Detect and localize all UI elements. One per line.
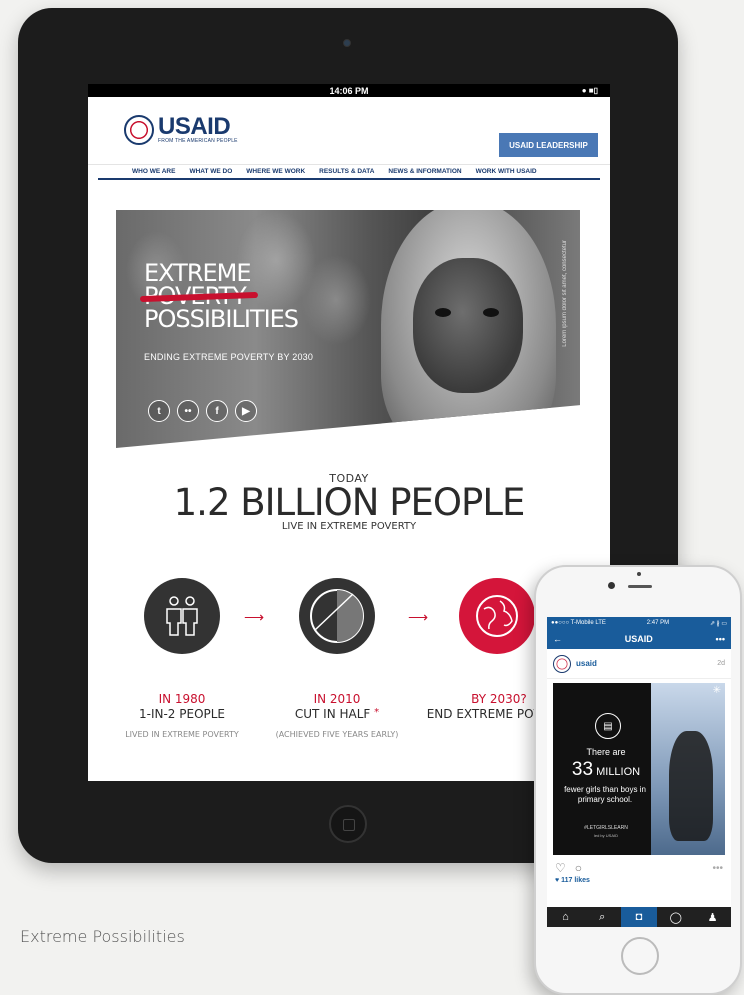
people-icon: [144, 578, 220, 654]
globe-icon: [459, 578, 535, 654]
col-note: (ACHIEVED FIVE YEARS EARLY): [275, 730, 399, 739]
half-circle-icon: [299, 578, 375, 654]
youtube-icon[interactable]: ▶: [235, 400, 257, 422]
tab-bar: ⌂ ⌕ ◘ ◯ ♟: [547, 907, 731, 927]
timeline: ⟶ ⟶ IN 1980 1-IN-2 PEOPLE LIVED IN EXTRE…: [88, 578, 610, 778]
leadership-button[interactable]: USAID LEADERSHIP: [499, 133, 598, 157]
post-text-line2: 33 MILLION: [557, 759, 655, 781]
search-icon[interactable]: ⌕: [584, 907, 621, 927]
back-arrow-icon[interactable]: ←: [553, 634, 562, 644]
twitter-icon[interactable]: t: [148, 400, 170, 422]
col-main: 1-IN-2 PEOPLE: [138, 707, 226, 721]
carrier-text: ●●○○○ T-Mobile LTE: [551, 620, 606, 626]
timeline-2010: IN 2010 CUT IN HALF * (ACHIEVED FIVE YEA…: [252, 692, 422, 739]
hero-title-struck: POVERTY: [144, 282, 247, 310]
usaid-logo[interactable]: USAID FROM THE AMERICAN PEOPLE: [124, 115, 238, 145]
stat-headline: 1.2 BILLION PEOPLE: [173, 481, 526, 524]
col-note: LIVED IN EXTREME POVERTY: [125, 730, 239, 739]
more-options-icon[interactable]: •••: [716, 634, 725, 644]
nav-news-information[interactable]: NEWS & INFORMATION: [388, 168, 461, 175]
timeline-1980: IN 1980 1-IN-2 PEOPLE LIVED IN EXTREME P…: [97, 692, 267, 739]
profile-icon[interactable]: ♟: [694, 907, 731, 927]
hero-title: EXTREME POVERTY POSSIBILITIES: [144, 261, 299, 333]
image-caption: Extreme Possibilities: [20, 927, 185, 946]
post-more-icon[interactable]: •••: [712, 863, 723, 874]
nav-results-data[interactable]: RESULTS & DATA: [319, 168, 374, 175]
phone-status-bar: ●●○○○ T-Mobile LTE 2:47 PM ⇗ ∦ ▭: [547, 617, 731, 629]
star-icon: ✳: [712, 685, 721, 696]
hero-banner: Lorem ipsum dolor sit amet, consectetur …: [116, 210, 580, 448]
post-hashtag: #LETGIRLSLEARN: [584, 825, 628, 831]
post-million: MILLION: [596, 766, 641, 778]
stats-section: TODAY 1.2 BILLION PEOPLE LIVE IN EXTREME…: [88, 472, 610, 532]
main-nav: WHO WE ARE WHAT WE DO WHERE WE WORK RESU…: [98, 165, 600, 180]
phone-speaker: [628, 585, 652, 588]
battery-icon: ⇗ ∦ ▭: [709, 620, 727, 627]
asterisk-note: *: [374, 707, 380, 718]
col-main: CUT IN HALF *: [252, 707, 422, 721]
instagram-header: ← USAID •••: [547, 629, 731, 649]
home-icon[interactable]: ⌂: [547, 907, 584, 927]
post-number: 33: [571, 759, 594, 780]
post-age: 2d: [717, 660, 725, 667]
col-main-text: CUT IN HALF: [294, 707, 371, 721]
nav-who-we-are[interactable]: WHO WE ARE: [132, 168, 175, 175]
camera-icon[interactable]: ◘: [620, 907, 658, 927]
tablet-camera: [343, 39, 351, 47]
post-image[interactable]: ▤ There are 33 MILLION fewer girls than …: [553, 683, 725, 855]
facebook-icon[interactable]: f: [206, 400, 228, 422]
usaid-seal-icon: [124, 115, 154, 145]
post-led-by: led by USAID: [593, 833, 618, 838]
nav-work-with-usaid[interactable]: WORK WITH USAID: [476, 168, 537, 175]
phone-home-button[interactable]: [621, 937, 659, 975]
hero-subtitle: ENDING EXTREME POVERTY BY 2030: [144, 352, 314, 362]
post-author: usaid 2d: [547, 649, 731, 679]
profile-title: USAID: [624, 634, 653, 644]
tablet-home-button[interactable]: [329, 805, 367, 843]
battery-icon: ● ■▯: [581, 86, 598, 95]
nav-where-we-work[interactable]: WHERE WE WORK: [246, 168, 305, 175]
col-year: IN 1980: [158, 692, 206, 706]
avatar[interactable]: [553, 654, 571, 673]
comment-icon[interactable]: ○: [575, 861, 582, 875]
activity-icon[interactable]: ◯: [657, 907, 694, 927]
username[interactable]: usaid: [576, 659, 597, 668]
book-icon: ▤: [595, 713, 621, 739]
tablet-screen: 14:06 PM ● ■▯ USAID FROM THE AMERICAN PE…: [88, 84, 610, 781]
col-year: IN 2010: [313, 692, 361, 706]
phone-device: ●●○○○ T-Mobile LTE 2:47 PM ⇗ ∦ ▭ ← USAID…: [534, 565, 742, 995]
likes-count[interactable]: ♥ 117 likes: [547, 877, 731, 891]
like-icon[interactable]: ♡: [555, 861, 566, 875]
logo-word: USAID: [158, 113, 231, 140]
phone-screen: ●●○○○ T-Mobile LTE 2:47 PM ⇗ ∦ ▭ ← USAID…: [547, 617, 731, 927]
social-links: t •• f ▶: [148, 400, 257, 422]
arrow-icon: ⟶: [244, 609, 265, 625]
flickr-icon[interactable]: ••: [177, 400, 199, 422]
hero-title-line3: POSSIBILITIES: [144, 305, 299, 333]
stat-subline: LIVE IN EXTREME POVERTY: [281, 521, 417, 532]
post-actions: ♡ ○ •••: [547, 859, 731, 877]
site-header: USAID FROM THE AMERICAN PEOPLE USAID LEA…: [88, 97, 610, 165]
ios-status-bar: 14:06 PM ● ■▯: [88, 84, 610, 97]
status-time: 14:06 PM: [329, 85, 369, 96]
nav-what-we-do[interactable]: WHAT WE DO: [189, 168, 232, 175]
post-text-line3: fewer girls than boys in primary school.: [564, 785, 646, 804]
hero-photo-girl: [371, 210, 561, 448]
arrow-icon: ⟶: [408, 609, 429, 625]
phone-time: 2:47 PM: [646, 620, 670, 626]
logo-tagline: FROM THE AMERICAN PEOPLE: [158, 138, 238, 144]
phone-camera: [608, 582, 615, 589]
girl-photo: [669, 731, 713, 841]
post-text-line1: There are: [586, 747, 626, 757]
hero-photo-caption: Lorem ipsum dolor sit amet, consectetur: [562, 240, 568, 347]
